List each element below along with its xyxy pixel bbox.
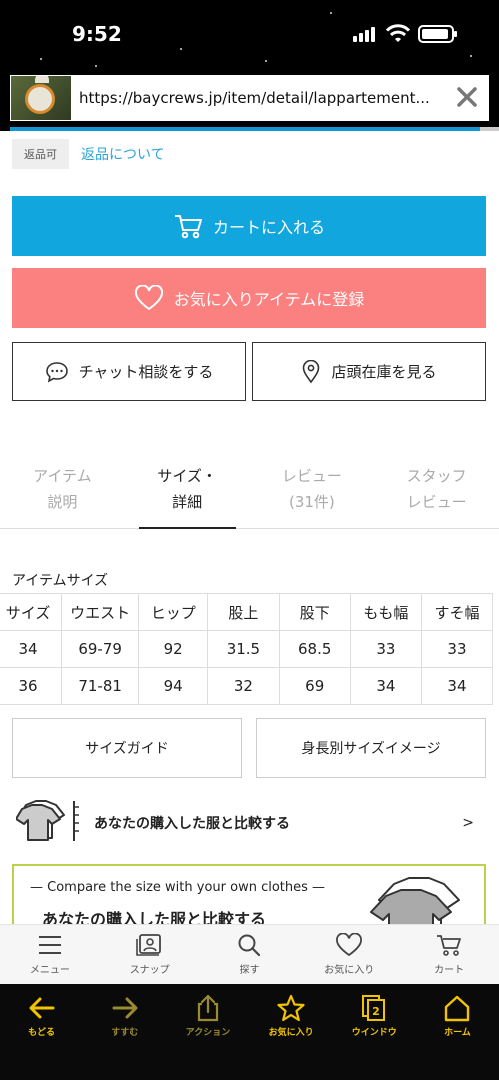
product-tabs: アイテム 説明 サイズ・ 詳細 レビュー (31件) スタッフ レビュー [0, 461, 499, 529]
heart-icon [134, 285, 163, 311]
cart-icon [437, 935, 461, 956]
back-arrow-icon [29, 997, 55, 1019]
status-bar: 9:52 [0, 0, 499, 70]
nav-cart[interactable]: カート [399, 925, 499, 984]
store-stock-button[interactable]: 店頭在庫を見る [252, 342, 486, 401]
cart-icon [174, 215, 202, 239]
page-content: 返品可 返品について カートに入れる お気に入りアイテムに登録 チャット相談をす… [0, 131, 499, 931]
add-to-cart-button[interactable]: カートに入れる [12, 196, 486, 256]
tab-size-details[interactable]: サイズ・ 詳細 [125, 461, 250, 529]
tab-item-description[interactable]: アイテム 説明 [0, 461, 125, 528]
nav-snap[interactable]: スナップ [100, 925, 200, 984]
compare-size-banner[interactable]: — Compare the size with your own clothes… [12, 864, 486, 931]
returns-info-link[interactable]: 返品について [81, 144, 165, 164]
location-pin-icon [303, 359, 320, 383]
table-row: 36 71-81 94 32 69 34 34 [0, 667, 494, 705]
column-header: もも幅 [349, 593, 422, 631]
url-text[interactable]: https://baycrews.jp/item/detail/lapparte… [79, 89, 449, 107]
add-to-favorites-button[interactable]: お気に入りアイテムに登録 [12, 268, 486, 328]
toolbar-action-button[interactable]: アクション [166, 984, 249, 1080]
table-row: 34 69-79 92 31.5 68.5 33 33 [0, 630, 494, 668]
url-bar[interactable]: https://baycrews.jp/item/detail/lapparte… [10, 75, 489, 121]
returns-row: 返品可 返品について [12, 139, 165, 169]
battery-icon [418, 25, 457, 43]
nav-search[interactable]: 探す [200, 925, 300, 984]
search-icon [238, 934, 261, 957]
compare-clothes-label: あなたの購入した服と比較する [94, 816, 290, 832]
column-header: サイズ [0, 593, 63, 631]
clock: 9:52 [72, 22, 122, 46]
add-to-cart-label: カートに入れる [212, 218, 325, 237]
windows-icon: 2 [362, 995, 386, 1021]
height-size-image-button[interactable]: 身長別サイズイメージ [256, 718, 486, 778]
toolbar-forward-button[interactable]: すすむ [83, 984, 166, 1080]
chat-consult-label: チャット相談をする [78, 363, 214, 381]
snap-icon [135, 934, 161, 956]
column-header: ヒップ [138, 593, 209, 631]
tab-staff-reviews[interactable]: スタッフ レビュー [374, 461, 499, 528]
menu-icon [38, 936, 61, 954]
banner-english-text: — Compare the size with your own clothes… [30, 880, 326, 895]
toolbar-windows-button[interactable]: 2 ウインドウ [333, 984, 416, 1080]
size-table: サイズ ウエスト ヒップ 股上 股下 もも幅 すそ幅 34 69-79 92 3… [0, 593, 494, 705]
item-size-heading: アイテムサイズ [12, 573, 109, 589]
heart-icon [336, 933, 363, 957]
browser-toolbar: もどる すすむ アクション お気に入り 2 ウインドウ ホーム [0, 984, 499, 1080]
page-thumbnail [11, 76, 71, 120]
column-header: ウエスト [61, 593, 140, 631]
nav-menu[interactable]: メニュー [0, 925, 100, 984]
chat-consult-button[interactable]: チャット相談をする [12, 342, 246, 401]
site-bottom-nav: メニュー スナップ 探す お気に入り カート [0, 924, 499, 984]
toolbar-home-button[interactable]: ホーム [416, 984, 499, 1080]
column-header: 股上 [207, 593, 280, 631]
store-stock-label: 店頭在庫を見る [331, 363, 437, 381]
toolbar-bookmarks-button[interactable]: お気に入り [250, 984, 333, 1080]
home-icon [445, 995, 470, 1022]
size-guide-button[interactable]: サイズガイド [12, 718, 242, 778]
tab-reviews[interactable]: レビュー (31件) [250, 461, 375, 528]
column-header: すそ幅 [420, 593, 494, 631]
forward-arrow-icon [112, 997, 138, 1019]
table-header-row: サイズ ウエスト ヒップ 股上 股下 もも幅 すそ幅 [0, 593, 494, 631]
star-icon [277, 994, 305, 1022]
chevron-right-icon: > [462, 815, 474, 831]
signal-icon [353, 27, 377, 46]
compare-clothes-link[interactable]: あなたの購入した服と比較する > [12, 793, 486, 853]
add-to-favorites-label: お気に入りアイテムに登録 [173, 290, 365, 309]
column-header: 股下 [278, 593, 351, 631]
chat-bubble-icon [45, 361, 68, 383]
svg-text:2: 2 [372, 1005, 380, 1018]
nav-favorites[interactable]: お気に入り [299, 925, 399, 984]
tshirt-compare-icon [370, 877, 460, 931]
wifi-icon [386, 24, 410, 42]
returnable-badge: 返品可 [12, 139, 69, 169]
share-icon [197, 994, 219, 1022]
toolbar-back-button[interactable]: もどる [0, 984, 83, 1080]
close-icon[interactable] [453, 83, 481, 111]
tshirt-ruler-icon [16, 800, 79, 841]
